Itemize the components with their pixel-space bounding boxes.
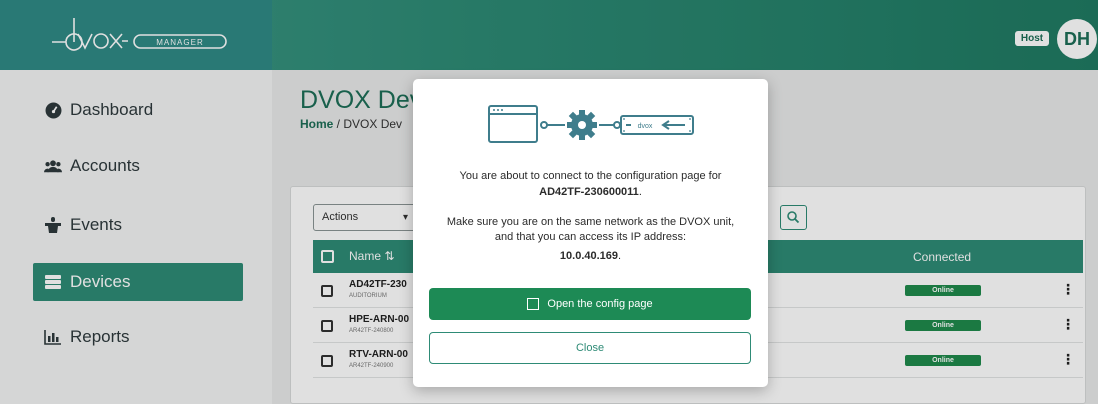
browser-window-icon [488, 105, 538, 143]
open-config-page-label: Open the config page [547, 298, 653, 310]
modal-message-network: Make sure you are on the same network as… [446, 216, 735, 243]
open-config-page-button[interactable]: Open the config page [429, 288, 751, 320]
connection-illustration: dvox [488, 105, 694, 143]
modal-message-line1: You are about to connect to the configur… [459, 170, 722, 182]
modal-device-id: AD42TF-230600011. [539, 186, 642, 198]
modal-ip-address: 10.0.40.169. [559, 250, 622, 262]
connect-config-modal: dvox You are about to connect to the con… [413, 79, 768, 387]
svg-text:dvox: dvox [638, 123, 653, 130]
external-link-icon [527, 298, 540, 310]
close-button[interactable]: Close [429, 332, 751, 364]
